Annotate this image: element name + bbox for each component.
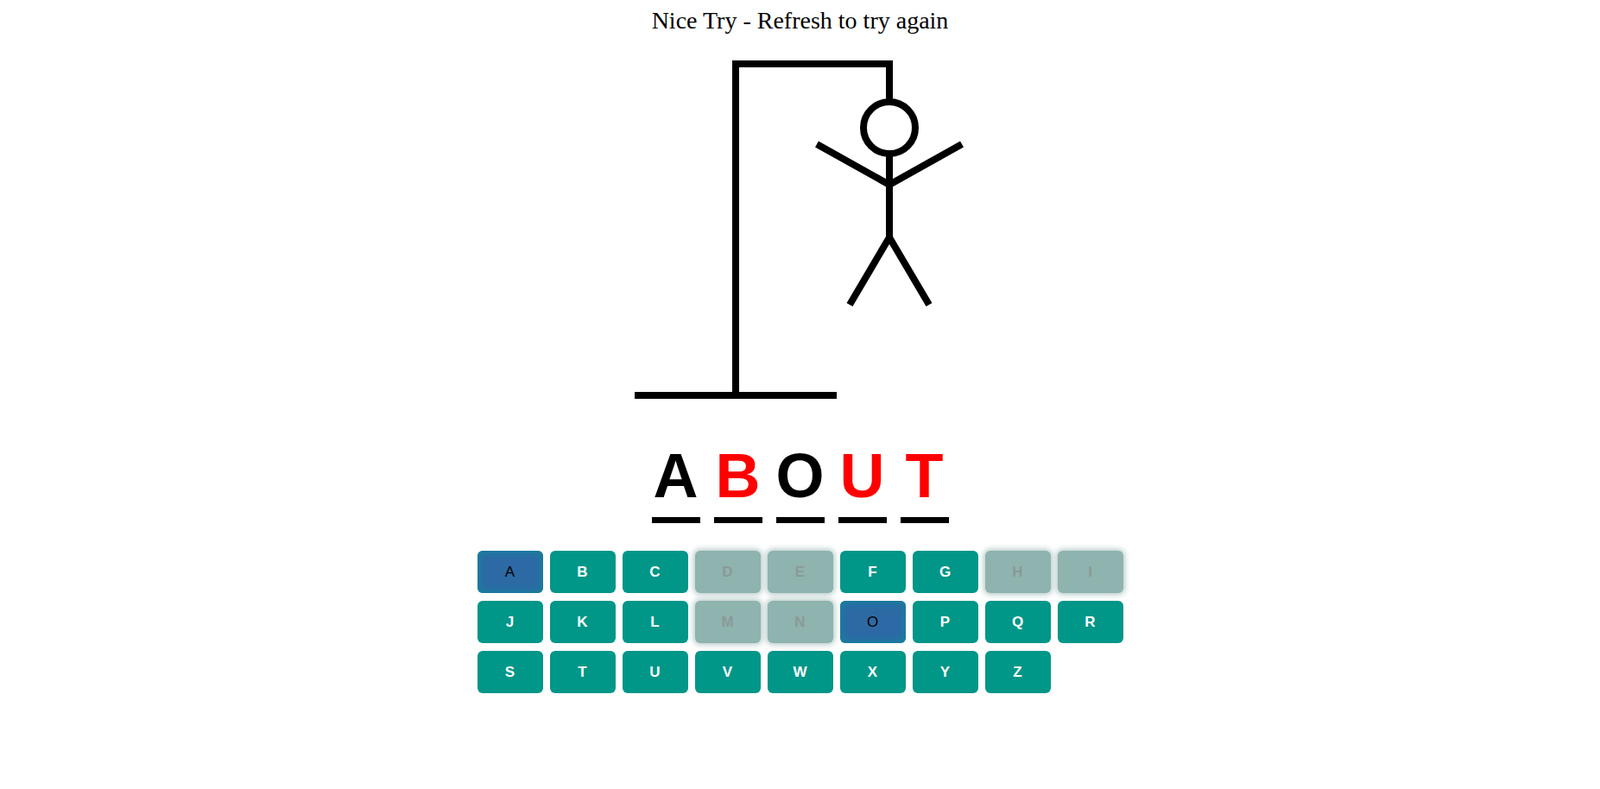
- letter-key[interactable]: Z: [985, 651, 1051, 694]
- letter-key[interactable]: S: [477, 651, 544, 694]
- letter-key[interactable]: Y: [912, 651, 979, 694]
- word-letter: T: [900, 444, 949, 524]
- status-message: Nice Try - Refresh to try again: [651, 5, 949, 37]
- letter-keyboard: ABCDEFGHI JKLMNOPQR STUVWXYZ: [477, 550, 1124, 694]
- letter-key[interactable]: P: [912, 600, 979, 644]
- letter-key[interactable]: L: [622, 600, 689, 644]
- letter-key[interactable]: O: [840, 600, 906, 644]
- letter-key[interactable]: A: [477, 550, 544, 594]
- letter-key[interactable]: W: [767, 651, 834, 694]
- letter-key[interactable]: Q: [985, 600, 1051, 644]
- word-letter: U: [838, 444, 887, 524]
- word-display: ABOUT: [651, 444, 949, 524]
- letter-key[interactable]: K: [550, 600, 616, 644]
- letter-key[interactable]: I: [1057, 550, 1124, 594]
- gallows-icon: [634, 60, 967, 402]
- letter-key[interactable]: N: [767, 600, 834, 644]
- letter-key[interactable]: E: [767, 550, 834, 594]
- letter-key[interactable]: M: [695, 600, 761, 644]
- hangman-game: Nice Try - Refresh to try againABOUTABCD…: [0, 0, 1600, 715]
- letter-key[interactable]: R: [1057, 600, 1124, 644]
- letter-key[interactable]: C: [622, 550, 689, 594]
- letter-key[interactable]: B: [550, 550, 616, 594]
- letter-key[interactable]: D: [695, 550, 761, 594]
- letter-key[interactable]: U: [622, 651, 689, 694]
- word-letter: A: [651, 444, 701, 524]
- letter-key[interactable]: J: [477, 600, 544, 644]
- letter-key[interactable]: F: [840, 550, 906, 594]
- letter-key[interactable]: X: [840, 651, 906, 694]
- word-letter: O: [776, 444, 825, 524]
- letter-key[interactable]: H: [985, 550, 1051, 594]
- word-letter: B: [714, 444, 763, 524]
- letter-key[interactable]: V: [695, 651, 761, 694]
- stick-figure-icon: [816, 101, 962, 305]
- letter-key[interactable]: T: [550, 651, 616, 694]
- letter-key[interactable]: G: [912, 550, 979, 594]
